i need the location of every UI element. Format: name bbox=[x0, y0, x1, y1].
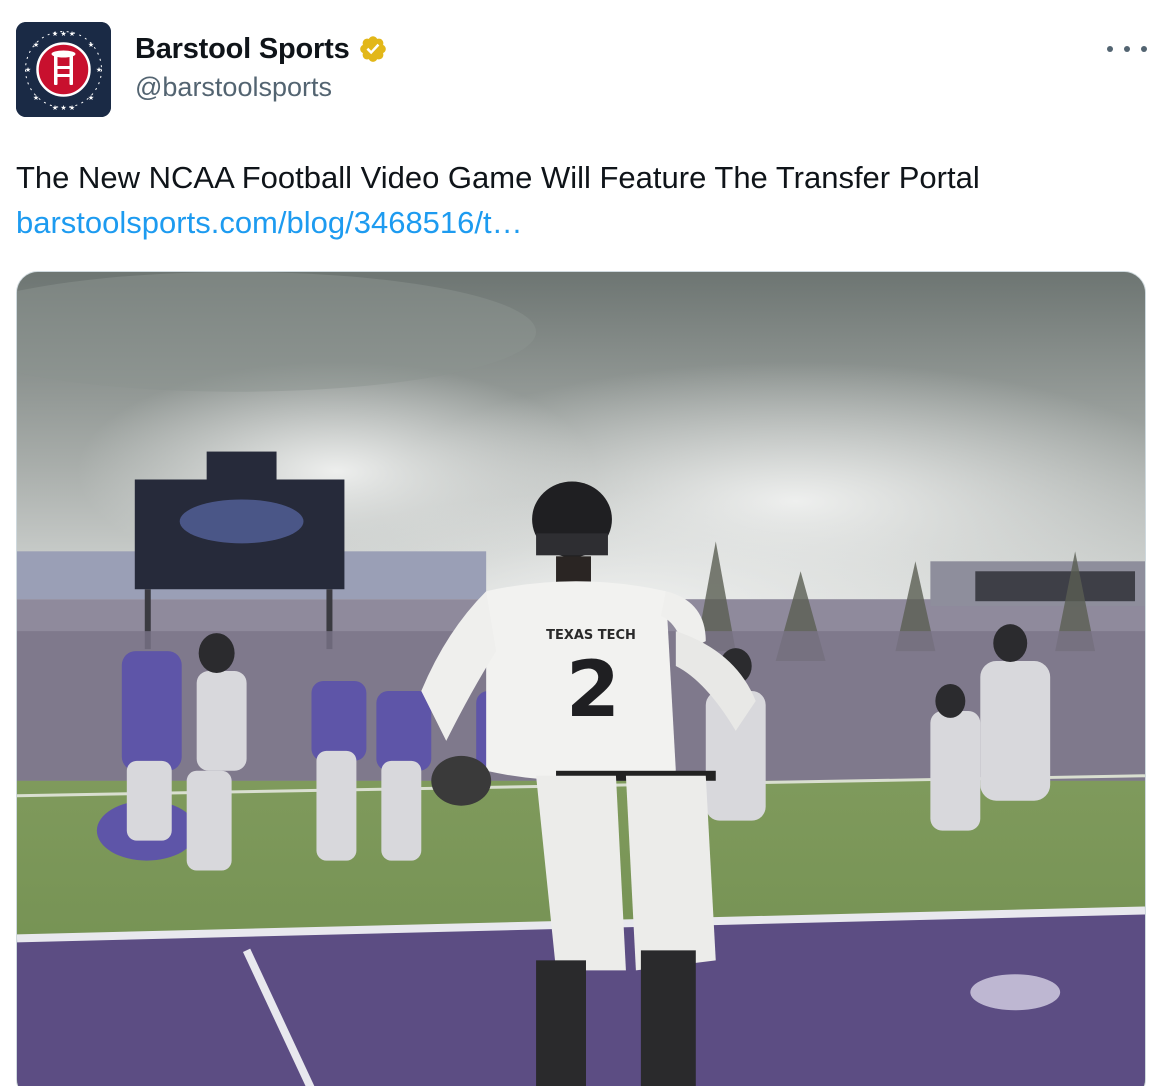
video-frame-image: TEXAS TECH 2 bbox=[17, 272, 1145, 1086]
svg-text:★: ★ bbox=[88, 94, 94, 102]
tweet-link[interactable]: barstoolsports.com/blog/3468516/t… bbox=[16, 200, 1146, 245]
handle[interactable]: @barstoolsports bbox=[135, 72, 388, 103]
author-info: Barstool Sports @barstoolsports bbox=[135, 30, 388, 103]
verified-badge-icon bbox=[358, 34, 388, 64]
jersey-number: 2 bbox=[566, 645, 620, 735]
svg-text:★: ★ bbox=[96, 66, 102, 74]
more-horizontal-icon bbox=[1124, 46, 1130, 52]
more-horizontal-icon bbox=[1141, 46, 1147, 52]
more-horizontal-icon bbox=[1107, 46, 1113, 52]
svg-text:★: ★ bbox=[25, 66, 31, 74]
media-video[interactable]: TEXAS TECH 2 bbox=[16, 271, 1146, 1086]
display-name[interactable]: Barstool Sports bbox=[135, 33, 350, 66]
more-options-button[interactable] bbox=[1107, 34, 1147, 64]
tweet-body: The New NCAA Football Video Game Will Fe… bbox=[16, 160, 980, 195]
svg-text:★ ★ ★: ★ ★ ★ bbox=[52, 30, 75, 38]
avatar[interactable]: ★ ★ ★ ★ ★ ★ ★ ★ ★ ★ ★ ★ bbox=[16, 22, 111, 117]
svg-text:★ ★ ★: ★ ★ ★ bbox=[52, 104, 75, 112]
barstool-stool-logo-icon: ★ ★ ★ ★ ★ ★ ★ ★ ★ ★ ★ ★ bbox=[16, 22, 111, 117]
svg-text:★: ★ bbox=[33, 41, 39, 49]
svg-text:★: ★ bbox=[33, 94, 39, 102]
jersey-text: TEXAS TECH bbox=[546, 628, 636, 643]
name-row: Barstool Sports bbox=[135, 30, 388, 68]
tweet-card: ★ ★ ★ ★ ★ ★ ★ ★ ★ ★ ★ ★ Barstool Sports … bbox=[0, 0, 1160, 1086]
svg-text:★: ★ bbox=[88, 41, 94, 49]
tweet-text: The New NCAA Football Video Game Will Fe… bbox=[16, 155, 1146, 245]
